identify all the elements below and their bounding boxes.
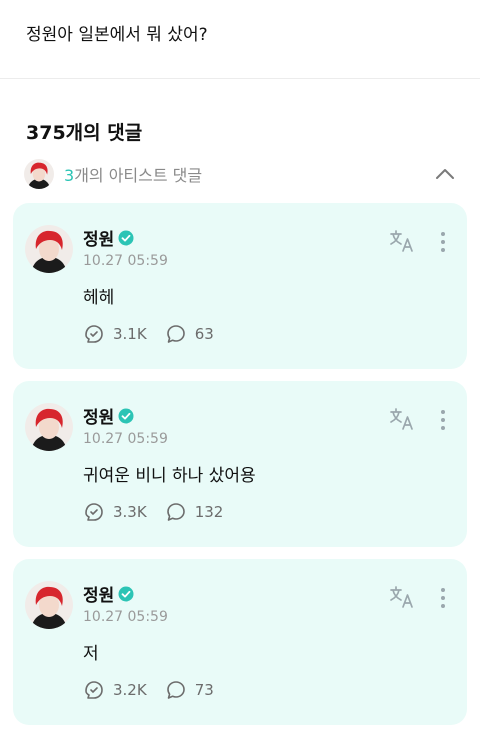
like-icon (85, 681, 103, 699)
reply-icon (166, 325, 185, 343)
comment-time: 10.27 05:59 (83, 431, 168, 447)
more-vertical-icon[interactable] (439, 409, 447, 431)
like-button[interactable]: 3.3K (83, 501, 147, 523)
like-count: 3.3K (113, 503, 147, 521)
reply-icon (166, 681, 185, 699)
author-row: 정원 (83, 225, 134, 250)
avatar[interactable] (25, 225, 73, 273)
comment-time: 10.27 05:59 (83, 609, 168, 625)
translate-icon[interactable] (389, 229, 415, 253)
comment-card: 정원 10.27 05:59 귀여운 비니 하나 샀어용 3.3K 132 (13, 381, 467, 547)
post-text: 정원아 일본에서 뭐 샀어? (26, 25, 208, 45)
verified-icon (118, 586, 134, 601)
comment-text: 귀여운 비니 하나 샀어용 (83, 466, 256, 486)
more-vertical-icon[interactable] (439, 587, 447, 609)
like-count: 3.1K (113, 325, 147, 343)
author-name[interactable]: 정원 (83, 581, 114, 606)
more-vertical-icon[interactable] (439, 231, 447, 253)
like-button[interactable]: 3.1K (83, 323, 147, 345)
comment-stats: 3.2K 73 (83, 679, 232, 701)
comments-count-header: 375개의 댓글 (26, 122, 143, 144)
reply-count: 63 (194, 325, 214, 343)
avatar[interactable] (25, 581, 73, 629)
reply-icon (166, 503, 185, 521)
verified-icon (118, 408, 134, 423)
comment-stats: 3.3K 132 (83, 501, 241, 523)
reply-count: 73 (194, 681, 214, 699)
comment-text: 헤헤 (83, 288, 115, 308)
like-icon (85, 503, 103, 521)
reply-button[interactable]: 73 (165, 679, 214, 701)
comment-stats: 3.1K 63 (83, 323, 232, 345)
like-icon (85, 325, 103, 343)
translate-icon[interactable] (389, 585, 415, 609)
author-row: 정원 (83, 403, 134, 428)
artist-comments-label: 3개의 아티스트 댓글 (64, 162, 202, 186)
artist-comments-count: 3 (64, 166, 75, 185)
comment-time: 10.27 05:59 (83, 253, 168, 269)
comment-card: 정원 10.27 05:59 저 3.2K 73 (13, 559, 467, 725)
artist-avatar (24, 159, 54, 189)
comment-card: 정원 10.27 05:59 헤헤 3.1K 63 (13, 203, 467, 369)
reply-count: 132 (194, 503, 224, 521)
comment-text: 저 (83, 644, 99, 664)
like-button[interactable]: 3.2K (83, 679, 147, 701)
reply-button[interactable]: 63 (165, 323, 214, 345)
artist-comments-text: 개의 아티스트 댓글 (74, 166, 203, 185)
chevron-up-icon[interactable] (434, 164, 456, 184)
author-name[interactable]: 정원 (83, 403, 114, 428)
author-row: 정원 (83, 581, 134, 606)
like-count: 3.2K (113, 681, 147, 699)
translate-icon[interactable] (389, 407, 415, 431)
artist-comments-toggle[interactable]: 3개의 아티스트 댓글 (24, 158, 460, 190)
avatar[interactable] (25, 403, 73, 451)
divider (0, 78, 480, 79)
reply-button[interactable]: 132 (165, 501, 224, 523)
author-name[interactable]: 정원 (83, 225, 114, 250)
verified-icon (118, 230, 134, 245)
